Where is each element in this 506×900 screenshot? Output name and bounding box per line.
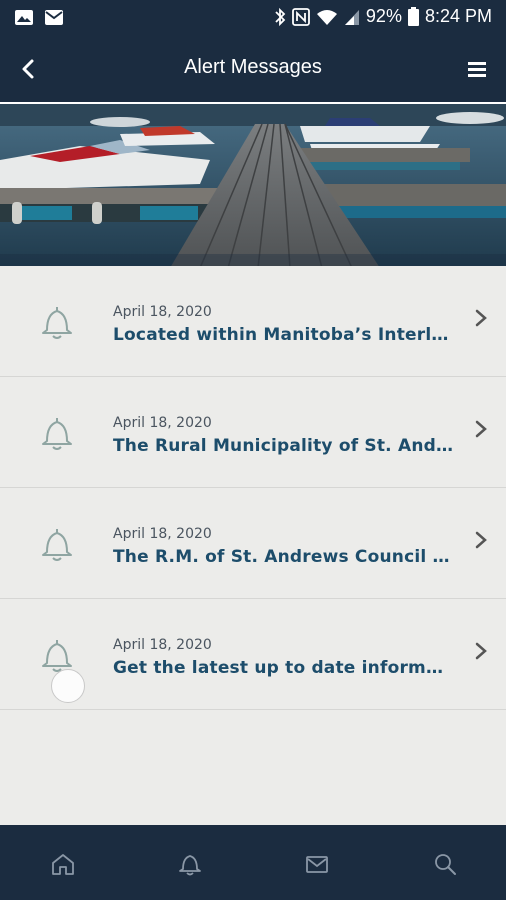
mail-icon[interactable] — [304, 851, 330, 877]
search-icon[interactable] — [432, 851, 458, 877]
alert-list: April 18, 2020 Located within Manitoba’s… — [0, 266, 506, 710]
alert-date: April 18, 2020 — [113, 415, 212, 431]
hamburger-menu-icon[interactable] — [466, 58, 490, 80]
bell-icon — [42, 307, 72, 339]
alert-title: Get the latest up to date information — [113, 658, 453, 678]
bell-icon[interactable] — [177, 851, 203, 877]
hero-image — [0, 102, 506, 266]
marina-dock-image — [0, 104, 506, 266]
alert-date: April 18, 2020 — [113, 526, 212, 542]
bottom-nav — [0, 825, 506, 900]
wifi-icon — [316, 9, 337, 25]
mail-icon — [45, 10, 63, 25]
alert-item[interactable]: April 18, 2020 The R.M. of St. Andrews C… — [0, 488, 506, 599]
image-icon — [15, 10, 33, 25]
bell-icon — [42, 418, 72, 450]
chevron-right-icon — [475, 531, 487, 549]
home-icon[interactable] — [50, 851, 76, 877]
clock: 8:24 PM — [424, 6, 492, 26]
alert-item[interactable]: April 18, 2020 Located within Manitoba’s… — [0, 266, 506, 377]
alert-date: April 18, 2020 — [113, 304, 212, 320]
status-bar: 92% 8:24 PM — [0, 0, 506, 36]
bell-icon — [42, 529, 72, 561]
bluetooth-icon — [275, 7, 286, 26]
touch-indicator — [51, 669, 85, 703]
battery-percent: 92% — [365, 6, 402, 26]
chevron-right-icon — [475, 420, 487, 438]
alert-date: April 18, 2020 — [113, 637, 212, 653]
app-bar: Alert Messages — [0, 36, 506, 102]
alert-title: The R.M. of St. Andrews Council is elect… — [113, 547, 453, 567]
alert-title: Located within Manitoba’s Interlake regi… — [113, 325, 453, 345]
nfc-icon — [292, 7, 310, 26]
alert-title: The Rural Municipality of St. Andrews we… — [113, 436, 453, 456]
page-title: Alert Messages — [184, 56, 322, 78]
chevron-right-icon — [475, 642, 487, 660]
chevron-right-icon — [475, 309, 487, 327]
alert-item[interactable]: April 18, 2020 The Rural Municipality of… — [0, 377, 506, 488]
signal-icon — [344, 9, 359, 25]
battery-icon — [407, 7, 419, 26]
